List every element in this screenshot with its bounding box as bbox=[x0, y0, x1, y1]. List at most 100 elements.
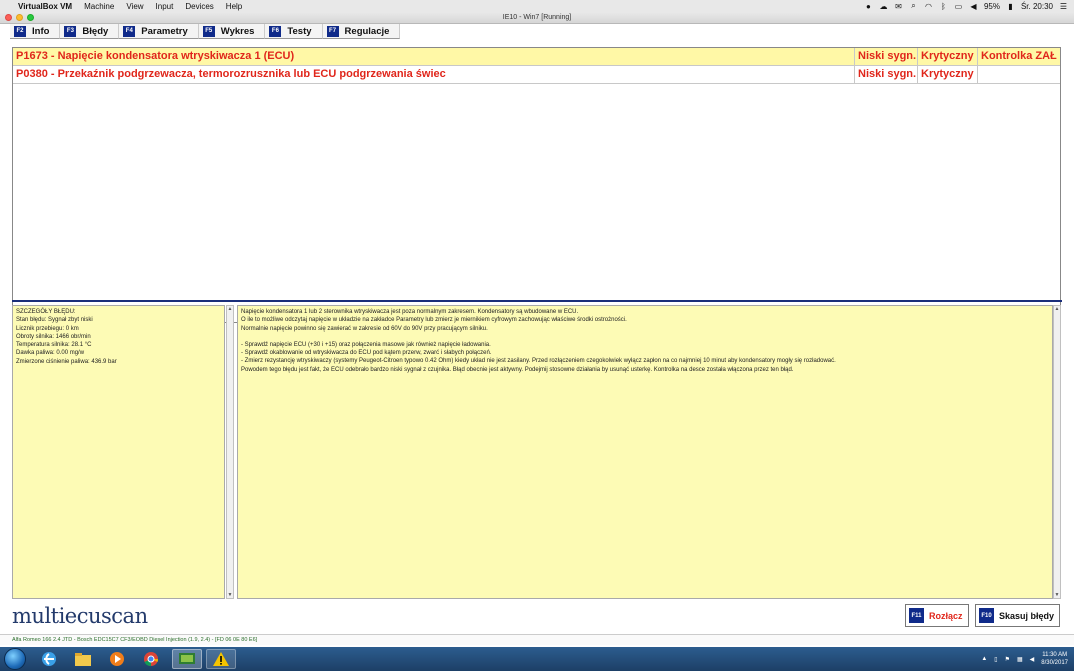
taskbar-time: 11:30 AM bbox=[1042, 652, 1068, 658]
disconnect-button[interactable]: F11 Rozłącz bbox=[905, 604, 969, 627]
mac-menubar: VirtualBox VM Machine View Input Devices… bbox=[0, 0, 1074, 12]
fkey-badge: F5 bbox=[202, 25, 215, 37]
error-details-panel: SZCZEGÓŁY BŁĘDU: Stan błędu: Sygnał zbyt… bbox=[12, 305, 225, 599]
description-line: Normalnie napięcie powinno się zawierać … bbox=[241, 325, 488, 332]
battery-percent: 95% bbox=[983, 1, 1000, 11]
system-tray: ▲ ▯ ⚑ ▦ ◀ 11:30 AM 8/30/2017 bbox=[981, 650, 1068, 668]
tab-label: Info bbox=[32, 25, 50, 37]
menu-view[interactable]: View bbox=[126, 2, 143, 11]
menu-input[interactable]: Input bbox=[156, 2, 174, 11]
fkey-badge: F2 bbox=[14, 25, 26, 37]
windows-taskbar: ▲ ▯ ⚑ ▦ ◀ 11:30 AM 8/30/2017 bbox=[0, 647, 1074, 671]
cloud-icon[interactable]: ☁ bbox=[879, 2, 888, 11]
clear-errors-label: Skasuj błędy bbox=[999, 610, 1055, 621]
warning-app-icon[interactable] bbox=[206, 649, 236, 669]
battery-icon[interactable]: ▮ bbox=[1006, 2, 1015, 11]
menu-app[interactable]: VirtualBox VM bbox=[18, 2, 72, 11]
tab-info[interactable]: F2 Info bbox=[10, 24, 61, 39]
fkey-badge: F11 bbox=[909, 608, 924, 623]
clear-errors-button[interactable]: F10 Skasuj błędy bbox=[975, 604, 1060, 627]
details-scrollbar[interactable]: ▲ ▼ bbox=[226, 305, 234, 599]
notification-center-icon[interactable]: ☰ bbox=[1059, 2, 1068, 11]
scroll-down-icon[interactable]: ▼ bbox=[227, 592, 233, 598]
mail-icon[interactable]: ✉ bbox=[894, 2, 903, 11]
error-signal: Niski sygn. bbox=[855, 66, 918, 83]
status-bar: Alfa Romeo 166 2.4 JTD - Bosch EDC15C7 C… bbox=[0, 634, 1074, 645]
details-line: Stan błędu: Sygnał zbyt niski bbox=[16, 317, 93, 324]
panel-separator bbox=[12, 300, 1062, 302]
volume-icon[interactable]: ◀ bbox=[969, 2, 978, 11]
description-scrollbar[interactable]: ▲ ▼ bbox=[1053, 305, 1061, 599]
airplay-icon[interactable]: ▭ bbox=[954, 2, 963, 11]
disconnect-label: Rozłącz bbox=[929, 610, 963, 621]
error-lamp bbox=[978, 66, 1060, 83]
status-icon[interactable]: ● bbox=[864, 2, 873, 11]
media-player-icon[interactable] bbox=[102, 649, 132, 669]
error-row[interactable]: P1673 - Napięcie kondensatora wtryskiwac… bbox=[13, 48, 1060, 66]
error-lamp: Kontrolka ZAŁ bbox=[981, 50, 1057, 62]
taskbar-date: 8/30/2017 bbox=[1041, 660, 1068, 666]
speaker-icon[interactable]: ◀ bbox=[1030, 656, 1035, 663]
details-line: Temperatura silnika: 28.1 °C bbox=[16, 342, 92, 349]
description-line: - Sprawdź napięcie ECU (+30 i +15) oraz … bbox=[241, 341, 491, 348]
tab-parameters[interactable]: F4 Parametry bbox=[119, 24, 199, 39]
search-icon[interactable]: ⌕ bbox=[909, 1, 918, 10]
chrome-icon[interactable] bbox=[136, 649, 166, 669]
device-icon[interactable]: ▯ bbox=[994, 656, 997, 663]
tab-label: Regulacje bbox=[344, 25, 390, 37]
start-button[interactable] bbox=[4, 648, 26, 670]
flag-icon[interactable]: ⚑ bbox=[1005, 656, 1010, 663]
scroll-up-icon[interactable]: ▲ bbox=[1054, 306, 1060, 312]
scroll-down-icon[interactable]: ▼ bbox=[1054, 592, 1060, 598]
window-titlebar: IE10 - Win7 [Running] bbox=[0, 12, 1074, 24]
description-line bbox=[241, 333, 1049, 341]
fkey-badge: F4 bbox=[123, 25, 136, 37]
description-line: - Sprawdź okablowanie od wtryskiwacza do… bbox=[241, 350, 492, 357]
error-description-panel: Napięcie kondensatora 1 lub 2 sterownika… bbox=[237, 305, 1053, 599]
explorer-folder-icon[interactable] bbox=[68, 649, 98, 669]
tab-adjustments[interactable]: F7 Regulacje bbox=[322, 24, 401, 39]
tab-label: Wykres bbox=[220, 25, 255, 37]
wifi-icon[interactable]: ◠ bbox=[924, 2, 933, 11]
fkey-badge: F3 bbox=[64, 25, 77, 37]
bluetooth-icon[interactable]: ᛒ bbox=[939, 2, 948, 11]
details-line: Licznik przebiegu: 0 km bbox=[16, 325, 79, 332]
internet-explorer-icon[interactable] bbox=[34, 649, 64, 669]
description-line: O ile to możliwe odczytaj napięcie w ukł… bbox=[241, 317, 627, 324]
taskbar-clock[interactable]: 11:30 AM 8/30/2017 bbox=[1041, 651, 1068, 667]
network-icon[interactable]: ▦ bbox=[1017, 656, 1023, 663]
error-severity: Krytyczny bbox=[918, 48, 978, 65]
scroll-up-icon[interactable]: ▲ bbox=[227, 306, 233, 312]
fkey-badge: F10 bbox=[979, 608, 994, 623]
window-title: IE10 - Win7 [Running] bbox=[502, 14, 572, 21]
tab-errors[interactable]: F3 Błędy bbox=[60, 24, 120, 39]
description-line: Napięcie kondensatora 1 lub 2 sterownika… bbox=[241, 309, 579, 315]
details-line: Dawka paliwa: 0.00 mg/w bbox=[16, 350, 85, 357]
tab-label: Błędy bbox=[82, 25, 109, 37]
description-line: Powodem tego błędu jest fakt, że ECU ode… bbox=[241, 366, 794, 373]
tab-label: Parametry bbox=[141, 25, 188, 37]
menubar-clock[interactable]: Śr. 20:30 bbox=[1021, 2, 1053, 11]
menu-help[interactable]: Help bbox=[226, 2, 242, 11]
tab-label: Testy bbox=[287, 25, 312, 37]
show-hidden-icons-icon[interactable]: ▲ bbox=[981, 656, 987, 662]
fkey-badge: F7 bbox=[326, 25, 339, 37]
error-signal: Niski sygn. bbox=[855, 48, 918, 65]
tab-graph[interactable]: F5 Wykres bbox=[198, 24, 266, 39]
fkey-badge: F6 bbox=[269, 25, 282, 37]
description-line: - Zmierz rezystancję wtryskiwaczy (syste… bbox=[241, 358, 836, 365]
details-line: Zmierzone ciśnienie paliwa: 436.9 bar bbox=[16, 358, 117, 365]
menu-machine[interactable]: Machine bbox=[84, 2, 114, 11]
details-line: Obroty silnika: 1466 obr/min bbox=[16, 333, 91, 340]
app-logo: multiecuscan bbox=[12, 604, 148, 628]
error-list: P1673 - Napięcie kondensatora wtryskiwac… bbox=[12, 47, 1061, 323]
error-code-desc: P0380 - Przekaźnik podgrzewacza, termoro… bbox=[13, 66, 855, 83]
tab-tests[interactable]: F6 Testy bbox=[265, 24, 323, 39]
tab-bar: F2 Info F3 Błędy F4 Parametry F5 Wykres F6 Te… bbox=[10, 24, 401, 39]
error-row[interactable]: P0380 - Przekaźnik podgrzewacza, termoro… bbox=[13, 66, 1060, 84]
menu-devices[interactable]: Devices bbox=[185, 2, 213, 11]
error-code-desc: P1673 - Napięcie kondensatora wtryskiwac… bbox=[13, 48, 855, 65]
details-header: SZCZEGÓŁY BŁĘDU: bbox=[16, 309, 76, 315]
multiecuscan-taskbar-icon[interactable] bbox=[172, 649, 202, 669]
error-severity: Krytyczny bbox=[918, 66, 978, 83]
